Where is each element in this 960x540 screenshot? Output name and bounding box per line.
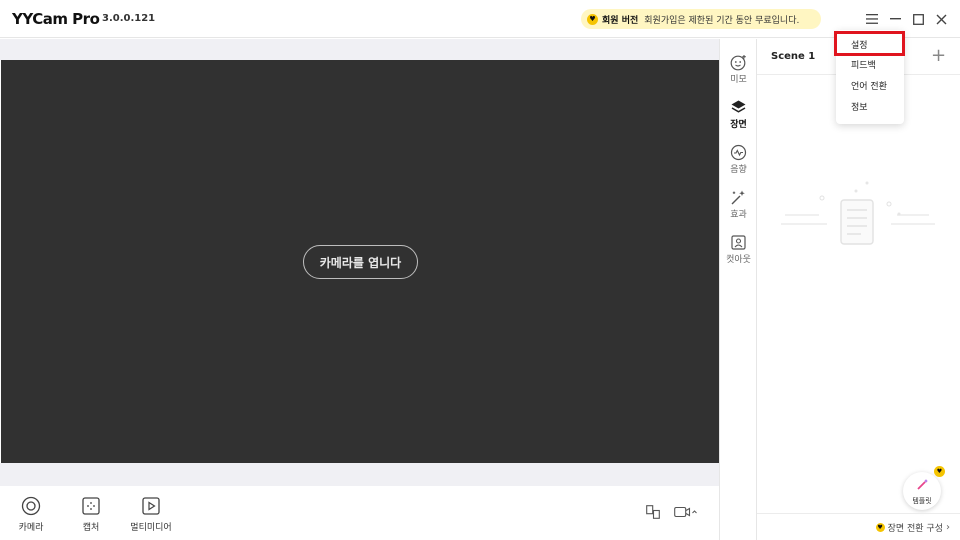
multimedia-icon [141,496,161,516]
nav-item-effects[interactable]: 효과 [720,188,757,220]
nav-item-audio[interactable]: 음향 [720,143,757,175]
settings-highlight-box [834,31,905,56]
camera-preview: 카메라를 엽니다 [1,60,719,463]
app-logo: YYCam Pro [12,10,100,28]
nav-item-mimo[interactable]: 미모 [720,53,757,85]
camera-tool-button[interactable]: 카메라 [14,496,48,533]
magic-wand-icon [730,188,748,206]
nav-label-audio: 음향 [730,165,747,175]
face-icon [730,53,748,71]
open-camera-button[interactable]: 카메라를 엽니다 [303,245,418,279]
template-wand-icon [916,476,929,495]
chevron-right-icon: › [946,521,950,533]
premium-badge-icon: ♥ [934,466,945,477]
camera-icon [21,496,41,516]
title-bar: YYCam Pro 3.0.0.121 ♥ 회원 버전 회원가입은 제한된 기간… [0,0,960,38]
audio-icon [730,143,748,161]
side-nav: 미모 장면 음향 효과 컷아웃 [719,39,757,540]
nav-label-scene: 장면 [730,120,747,130]
multimedia-tool-label: 멀티미디어 [130,523,172,533]
close-icon[interactable] [933,11,949,27]
menu-item-about[interactable]: 정보 [836,96,904,116]
nav-item-scene[interactable]: 장면 [720,98,757,130]
nav-label-effects: 효과 [730,210,747,220]
scene-title[interactable]: Scene 1 [771,51,815,62]
layout-switch-icon[interactable] [645,504,661,520]
empty-scene-illustration [779,174,939,254]
app-window: YYCam Pro 3.0.0.121 ♥ 회원 버전 회원가입은 제한된 기간… [0,0,960,540]
nav-label-mimo: 미모 [730,75,747,85]
nav-label-cutout: 컷아웃 [726,255,751,265]
preview-bottom-margin [0,463,719,486]
template-label: 템플릿 [912,497,932,505]
camera-tool-label: 카메라 [18,523,44,533]
heart-icon: ♥ [587,13,598,25]
menu-item-language[interactable]: 언어 전환 [836,75,904,95]
capture-icon [81,496,101,516]
member-banner-label: 회원 버전 [602,15,639,26]
bottom-toolbar: 카메라 캡처 멀티미디어 [0,486,719,540]
maximize-icon[interactable] [910,11,926,27]
member-banner[interactable]: ♥ 회원 버전 회원가입은 제한된 기간 동안 무료입니다. [581,9,821,29]
layers-icon [730,98,748,116]
minimize-icon[interactable] [887,11,903,27]
cutout-icon [730,233,748,251]
capture-tool-button[interactable]: 캡처 [76,496,106,533]
preview-top-margin [0,39,719,60]
template-button[interactable]: 템플릿 [903,472,941,510]
app-version: 3.0.0.121 [102,13,156,24]
add-scene-icon[interactable]: + [931,47,946,65]
capture-tool-label: 캡처 [82,523,100,533]
nav-item-cutout[interactable]: 컷아웃 [720,233,757,265]
menu-item-feedback[interactable]: 피드백 [836,54,904,74]
menu-icon[interactable] [864,11,880,27]
premium-heart-icon: ♥ [875,522,885,532]
scene-transition-setting[interactable]: ♥ 장면 전환 구성 › [757,513,960,540]
member-banner-message: 회원가입은 제한된 기간 동안 무료입니다. [644,15,800,26]
multimedia-tool-button[interactable]: 멀티미디어 [126,496,176,533]
video-source-icon[interactable] [673,504,699,520]
scene-transition-label: 장면 전환 구성 [887,523,943,534]
